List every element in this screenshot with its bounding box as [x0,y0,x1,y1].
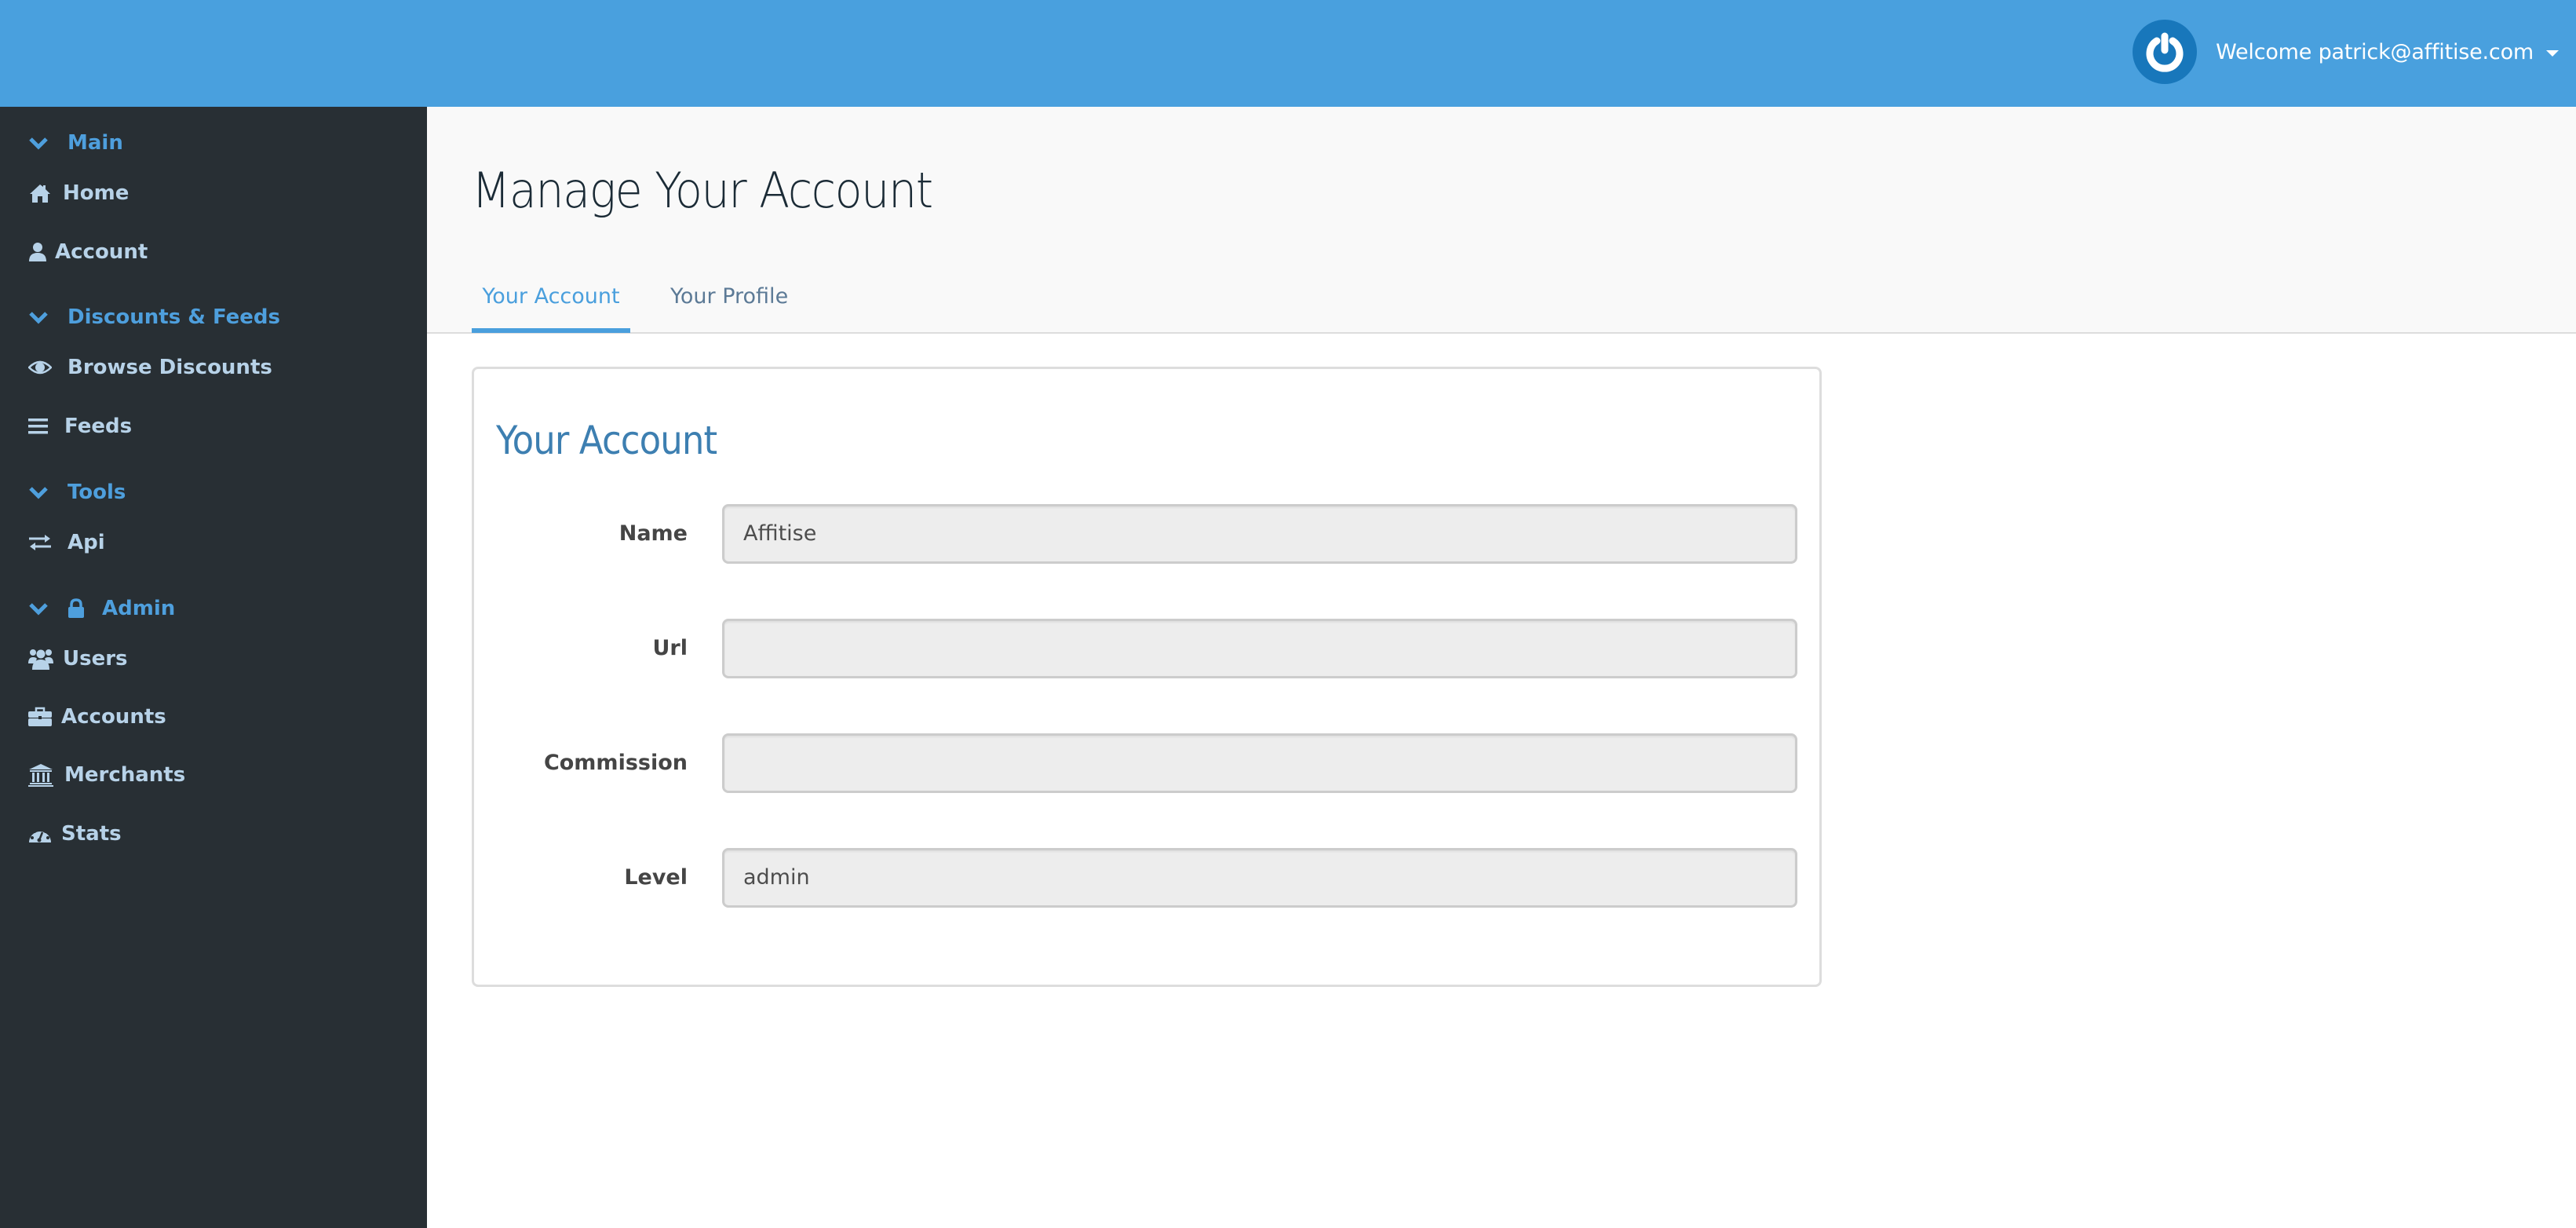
lock-icon [68,598,84,618]
power-icon [2133,20,2198,84]
home-icon [28,181,52,205]
sidebar-item-label: Accounts [61,705,166,729]
form-row-name: Name Affitise [474,504,1824,564]
sidebar-item-browse-discounts[interactable]: Browse Discounts [28,350,272,385]
chevron-down-icon [29,603,48,616]
sidebar-section-label: Discounts & Feeds [68,305,281,329]
sidebar-item-account[interactable]: Account [28,235,148,269]
card-title: Your Account [496,418,717,463]
sidebar-section-tools[interactable]: Tools [28,477,126,508]
users-icon [28,647,53,671]
sidebar-item-feeds[interactable]: Feeds [28,409,132,444]
sidebar-item-label: Home [63,181,130,205]
eye-icon [28,356,52,379]
sidebar-item-home[interactable]: Home [28,176,129,210]
sidebar-item-label: Users [63,647,128,671]
url-field[interactable] [722,619,1797,678]
sidebar-item-users[interactable]: Users [28,641,128,676]
sidebar-section-label: Main [68,131,123,155]
commission-label: Commission [543,751,688,775]
exchange-icon [28,531,52,554]
user-icon [28,240,47,264]
name-field[interactable]: Affitise [722,504,1797,564]
level-field[interactable]: admin [722,848,1797,908]
sidebar-item-label: Merchants [64,763,186,787]
url-label: Url [652,636,688,660]
sidebar-item-label: Stats [61,822,122,846]
sidebar-item-api[interactable]: Api [28,525,105,560]
dashboard-icon [28,822,52,846]
main-content: Manage Your Account Your Account Your Pr… [427,107,2576,1228]
sidebar-section-discounts-feeds[interactable]: Discounts & Feeds [28,302,280,333]
commission-field[interactable] [722,733,1797,793]
page-title: Manage Your Account [472,162,933,219]
level-label: Level [624,865,688,890]
list-icon [28,415,49,438]
form-row-url: Url [474,619,1824,678]
sidebar-item-label: Browse Discounts [68,356,272,379]
sidebar: Main Home Account Discounts & Feeds Brow… [0,107,427,1228]
sidebar-section-label: Tools [68,481,126,504]
tab-your-account[interactable]: Your Account [472,284,630,333]
sidebar-item-label: Account [55,240,148,264]
caret-down-icon [2546,50,2559,57]
sidebar-item-merchants[interactable]: Merchants [28,758,185,792]
chevron-down-icon [29,312,48,324]
form-row-commission: Commission [474,733,1824,793]
chevron-down-icon [29,137,48,150]
name-label: Name [618,521,688,546]
page-header: Manage Your Account Your Account Your Pr… [427,107,2576,334]
bank-icon [28,763,53,787]
sidebar-item-stats[interactable]: Stats [28,817,122,851]
chevron-down-icon [29,487,48,499]
sidebar-item-label: Api [68,531,105,554]
tab-your-profile[interactable]: Your Profile [670,284,788,309]
welcome-text: Welcome patrick@affitise.com [2216,39,2534,64]
user-menu-dropdown[interactable]: Welcome patrick@affitise.com [2133,19,2559,85]
form-row-level: Level admin [474,848,1824,908]
account-card: Your Account Name Affitise Url Commissio… [472,367,1822,987]
sidebar-item-label: Feeds [64,415,133,438]
briefcase-icon [28,705,52,729]
sidebar-section-label: Admin [102,597,176,620]
top-navbar: Welcome patrick@affitise.com [0,0,2576,107]
sidebar-section-admin[interactable]: Admin [28,593,175,624]
sidebar-section-main[interactable]: Main [28,127,123,159]
sidebar-item-accounts[interactable]: Accounts [28,700,166,734]
